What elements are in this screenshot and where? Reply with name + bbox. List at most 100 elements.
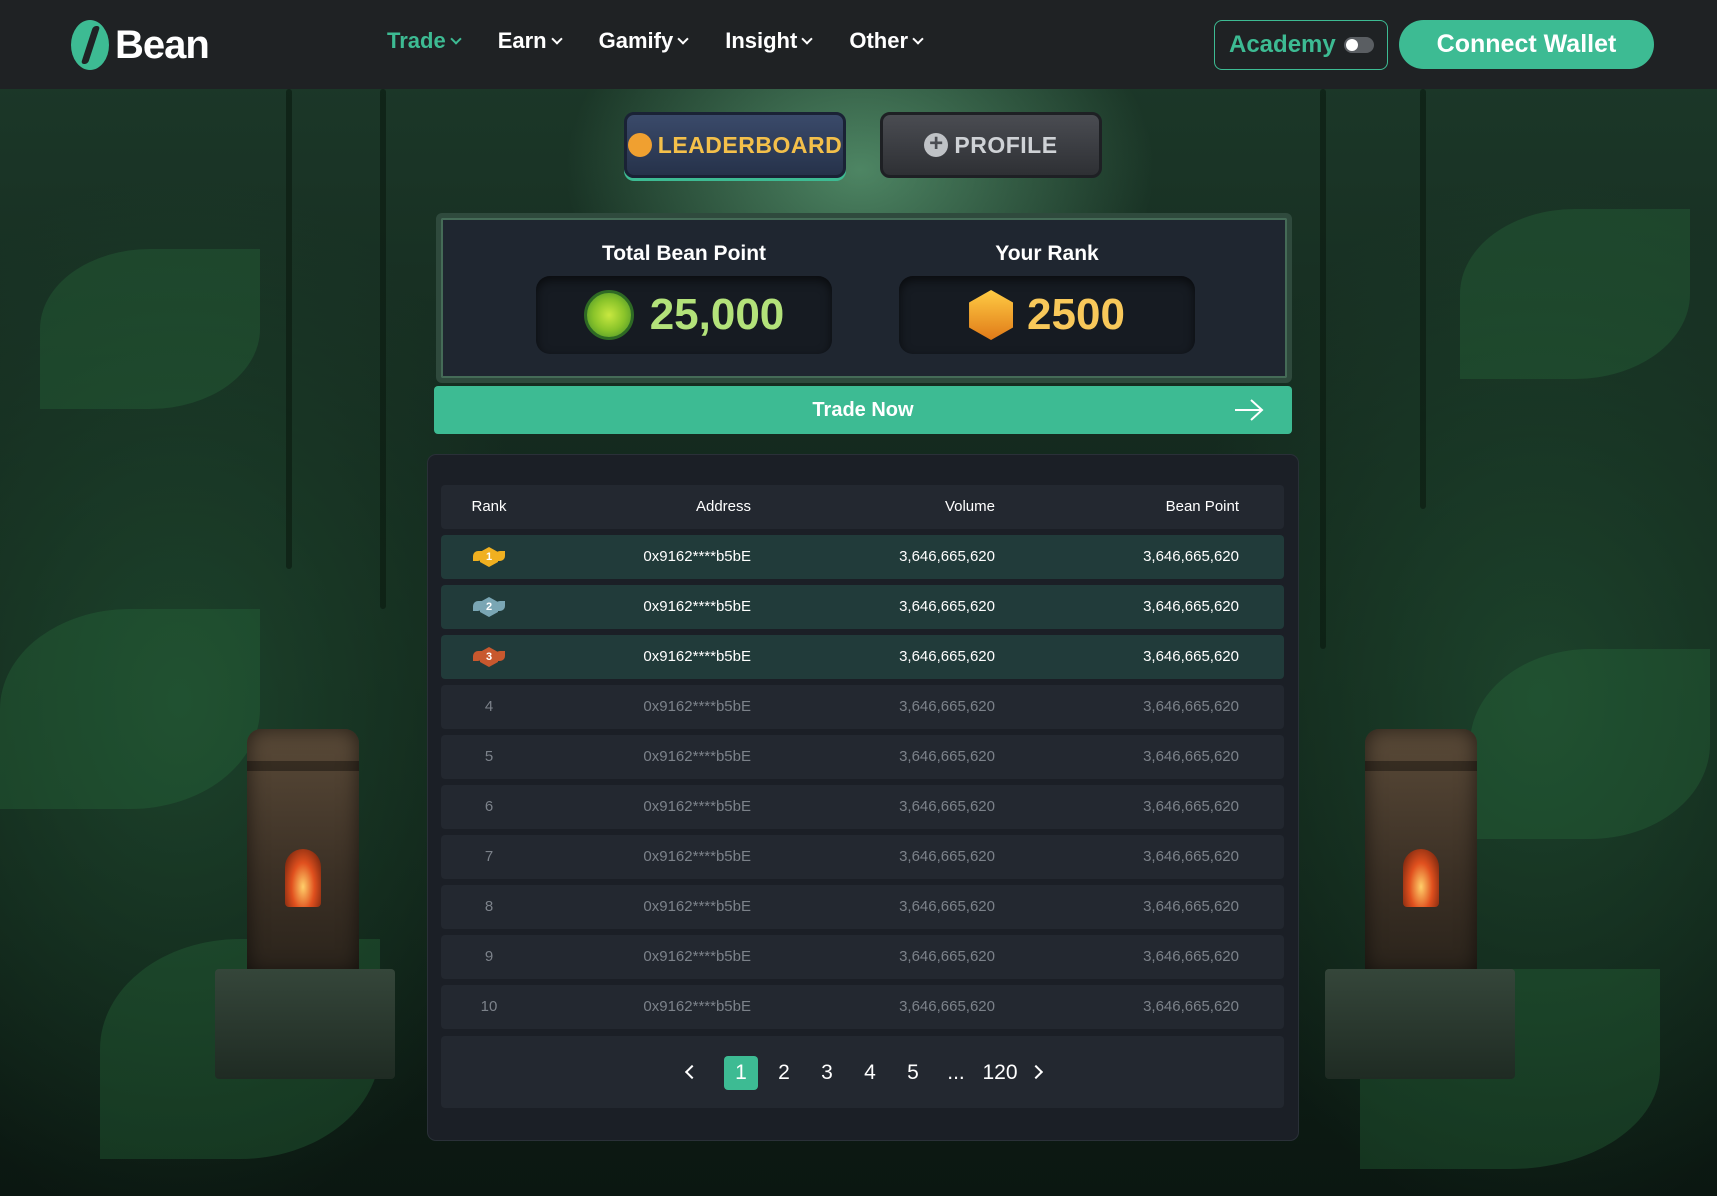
chevron-down-icon <box>912 33 924 45</box>
logo-text: Bean <box>115 22 210 67</box>
main-nav: Trade Earn Gamify Insight Other <box>387 28 960 54</box>
page-120-button[interactable]: 120 <box>976 1056 1024 1090</box>
row-address: 0x9162****b5bE <box>643 848 751 865</box>
row-rank: 7 <box>484 848 494 865</box>
your-rank-block: Your Rank 2500 <box>899 218 1195 354</box>
nav-trade[interactable]: Trade <box>387 28 462 54</box>
table-row[interactable]: 4 0x9162****b5bE 3,646,665,620 3,646,665… <box>441 685 1284 729</box>
chevron-down-icon <box>801 33 813 45</box>
header-address: Address <box>695 498 751 515</box>
row-address: 0x9162****b5bE <box>643 898 751 915</box>
right-totem-lantern <box>1365 729 1477 974</box>
table-row[interactable]: 1 0x9162****b5bE 3,646,665,620 3,646,665… <box>441 535 1284 579</box>
nav-other-label: Other <box>849 28 909 53</box>
row-rank: 8 <box>484 898 494 915</box>
arrow-right-icon <box>1235 399 1264 421</box>
leaderboard-table: Rank Address Volume Bean Point 1 0x9162*… <box>428 455 1298 1140</box>
row-volume: 3,646,665,620 <box>899 648 995 665</box>
total-bean-point-value: 25,000 <box>649 290 785 339</box>
table-row[interactable]: 9 0x9162****b5bE 3,646,665,620 3,646,665… <box>441 935 1284 979</box>
row-bean-point: 3,646,665,620 <box>1143 548 1239 565</box>
row-bean-point: 3,646,665,620 <box>1143 798 1239 815</box>
row-bean-point: 3,646,665,620 <box>1143 998 1239 1015</box>
nav-insight-label: Insight <box>725 28 798 53</box>
pagination: 1 2 3 4 5 ... 120 <box>441 1036 1284 1108</box>
table-row[interactable]: 7 0x9162****b5bE 3,646,665,620 3,646,665… <box>441 835 1284 879</box>
nav-gamify[interactable]: Gamify <box>598 28 689 54</box>
chevron-left-icon[interactable] <box>684 1064 700 1080</box>
row-address: 0x9162****b5bE <box>643 998 751 1015</box>
table-row[interactable]: 6 0x9162****b5bE 3,646,665,620 3,646,665… <box>441 785 1284 829</box>
your-rank-value: 2500 <box>1027 290 1125 339</box>
nav-insight[interactable]: Insight <box>725 28 813 54</box>
row-address: 0x9162****b5bE <box>643 648 751 665</box>
gold-rank-badge-icon: 1 <box>473 545 505 569</box>
nav-gamify-label: Gamify <box>598 28 674 53</box>
gem-icon <box>583 290 634 340</box>
row-address: 0x9162****b5bE <box>643 948 751 965</box>
row-bean-point: 3,646,665,620 <box>1143 898 1239 915</box>
crown-medal-icon <box>969 290 1014 340</box>
header-bean-point: Bean Point <box>1165 498 1239 515</box>
nav-trade-label: Trade <box>387 28 446 53</box>
left-totem-lantern <box>247 729 359 974</box>
row-address: 0x9162****b5bE <box>643 798 751 815</box>
tab-leaderboard-label: LEADERBOARD <box>657 131 843 158</box>
tab-profile-label: PROFILE <box>954 131 1058 158</box>
chevron-right-icon[interactable] <box>1028 1064 1044 1080</box>
row-address: 0x9162****b5bE <box>643 748 751 765</box>
row-rank: 10 <box>480 998 498 1015</box>
header-volume: Volume <box>944 498 995 515</box>
row-volume: 3,646,665,620 <box>899 998 995 1015</box>
tab-leaderboard[interactable]: LEADERBOARD <box>624 112 846 178</box>
header-rank: Rank <box>471 498 507 515</box>
row-volume: 3,646,665,620 <box>899 598 995 615</box>
page-1-button[interactable]: 1 <box>724 1056 758 1090</box>
chevron-down-icon <box>550 33 563 45</box>
page-5-button[interactable]: 5 <box>896 1056 930 1090</box>
table-row[interactable]: 8 0x9162****b5bE 3,646,665,620 3,646,665… <box>441 885 1284 929</box>
row-bean-point: 3,646,665,620 <box>1143 748 1239 765</box>
row-rank: 9 <box>484 948 494 965</box>
total-bean-point-block: Total Bean Point 25,000 <box>536 218 832 354</box>
academy-label: Academy <box>1229 31 1336 58</box>
medal-icon <box>627 133 652 157</box>
table-row[interactable]: 2 0x9162****b5bE 3,646,665,620 3,646,665… <box>441 585 1284 629</box>
table-row[interactable]: 3 0x9162****b5bE 3,646,665,620 3,646,665… <box>441 635 1284 679</box>
bronze-rank-badge-icon: 3 <box>473 645 505 669</box>
page-4-button[interactable]: 4 <box>853 1056 887 1090</box>
connect-wallet-button[interactable]: Connect Wallet <box>1399 20 1654 69</box>
chevron-down-icon <box>450 33 462 45</box>
bean-logo[interactable]: Bean <box>71 20 210 70</box>
table-row[interactable]: 10 0x9162****b5bE 3,646,665,620 3,646,66… <box>441 985 1284 1029</box>
plus-circle-icon <box>924 130 949 158</box>
row-volume: 3,646,665,620 <box>899 748 995 765</box>
row-bean-point: 3,646,665,620 <box>1143 598 1239 615</box>
academy-toggle-button[interactable]: Academy <box>1214 20 1388 70</box>
chevron-down-icon <box>677 33 689 45</box>
row-volume: 3,646,665,620 <box>899 548 995 565</box>
table-header: Rank Address Volume Bean Point <box>441 485 1284 529</box>
row-volume: 3,646,665,620 <box>899 698 995 715</box>
row-volume: 3,646,665,620 <box>899 948 995 965</box>
row-address: 0x9162****b5bE <box>643 698 751 715</box>
page-2-button[interactable]: 2 <box>767 1056 801 1090</box>
tab-profile[interactable]: PROFILE <box>880 112 1102 178</box>
table-row[interactable]: 5 0x9162****b5bE 3,646,665,620 3,646,665… <box>441 735 1284 779</box>
top-nav-bar: Bean Trade Earn Gamify Insight Other Aca… <box>0 0 1717 89</box>
row-address: 0x9162****b5bE <box>643 548 751 565</box>
page-3-button[interactable]: 3 <box>810 1056 844 1090</box>
row-volume: 3,646,665,620 <box>899 898 995 915</box>
nav-other[interactable]: Other <box>849 28 924 54</box>
trade-now-button[interactable]: Trade Now <box>434 386 1292 434</box>
row-bean-point: 3,646,665,620 <box>1143 948 1239 965</box>
total-bean-point-box: 25,000 <box>536 276 832 354</box>
nav-earn[interactable]: Earn <box>498 28 563 54</box>
row-rank: 5 <box>484 748 494 765</box>
total-bean-point-title: Total Bean Point <box>601 242 767 265</box>
your-rank-title: Your Rank <box>995 242 1099 265</box>
row-volume: 3,646,665,620 <box>899 848 995 865</box>
toggle-switch[interactable] <box>1343 37 1374 53</box>
row-bean-point: 3,646,665,620 <box>1143 848 1239 865</box>
silver-rank-badge-icon: 2 <box>473 595 505 619</box>
